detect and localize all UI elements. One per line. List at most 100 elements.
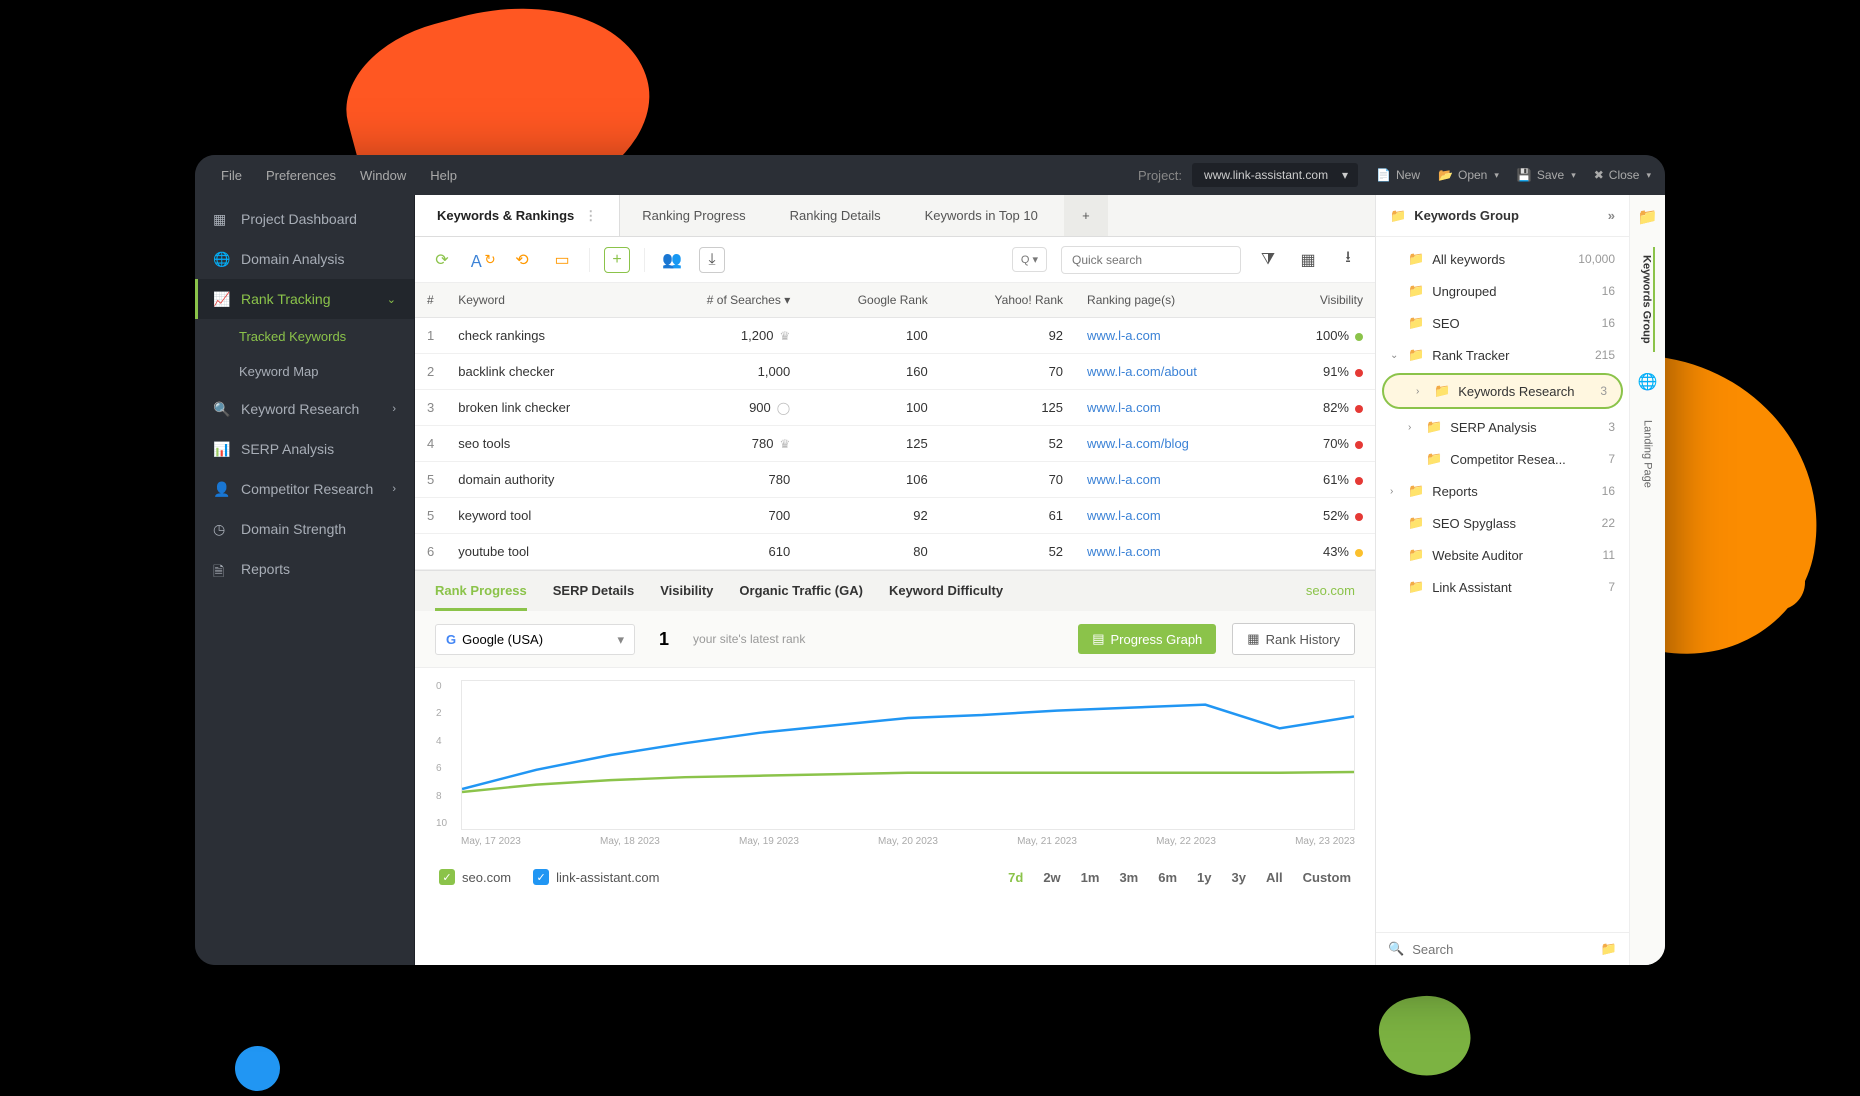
col-pages[interactable]: Ranking page(s) <box>1075 283 1271 318</box>
open-button[interactable]: 📂Open▾ <box>1438 168 1499 182</box>
wallet-icon[interactable]: ▭ <box>549 247 575 273</box>
page-link[interactable]: www.l-a.com <box>1087 544 1161 559</box>
table-row[interactable]: 1check rankings1,200♛10092www.l-a.com100… <box>415 318 1375 354</box>
status-dot <box>1355 369 1363 377</box>
folder-icon: 📁 <box>1408 315 1424 331</box>
page-link[interactable]: www.l-a.com <box>1087 328 1161 343</box>
page-link[interactable]: www.l-a.com <box>1087 400 1161 415</box>
page-link[interactable]: www.l-a.com <box>1087 472 1161 487</box>
menu-file[interactable]: File <box>209 168 254 183</box>
range-6m[interactable]: 6m <box>1158 870 1177 885</box>
refresh3-icon[interactable]: ⟲ <box>509 247 535 273</box>
vtab-keywords-group[interactable]: Keywords Group <box>1641 247 1655 352</box>
nav-keyword-research[interactable]: 🔍 Keyword Research › <box>195 389 414 429</box>
save-button[interactable]: 💾Save▾ <box>1517 168 1576 182</box>
menu-preferences[interactable]: Preferences <box>254 168 348 183</box>
rp-item[interactable]: ›📁Reports16 <box>1376 475 1629 507</box>
tab-keywords-top10[interactable]: Keywords in Top 10 <box>903 195 1060 236</box>
page-link[interactable]: www.l-a.com/blog <box>1087 436 1189 451</box>
engine-select[interactable]: GGoogle (USA) <box>435 624 635 655</box>
rp-item[interactable]: 📁Competitor Resea...7 <box>1376 443 1629 475</box>
rp-search-input[interactable] <box>1412 942 1593 957</box>
nav-reports[interactable]: 🗎 Reports <box>195 549 414 589</box>
rank-history-button[interactable]: ▦Rank History <box>1232 623 1355 655</box>
nav-domain-strength[interactable]: ◷ Domain Strength <box>195 509 414 549</box>
nav-rank-tracking[interactable]: 📈 Rank Tracking ⌄ <box>195 279 414 319</box>
detail-site-link[interactable]: seo.com <box>1306 583 1355 611</box>
rp-item[interactable]: 📁Ungrouped16 <box>1376 275 1629 307</box>
tab-keywords-rankings[interactable]: Keywords & Rankings⋮ <box>415 195 620 236</box>
table-row[interactable]: 3broken link checker900◯100125www.l-a.co… <box>415 390 1375 426</box>
rp-item[interactable]: ›📁Keywords Research3 <box>1382 373 1623 409</box>
add-folder-icon[interactable]: 📁 <box>1601 941 1617 957</box>
col-searches[interactable]: # of Searches ▾ <box>645 283 802 318</box>
refresh2-icon[interactable]: Ａ↻ <box>469 247 495 273</box>
table-row[interactable]: 6youtube tool6108052www.l-a.com43% <box>415 534 1375 570</box>
table-row[interactable]: 5domain authority78010670www.l-a.com61% <box>415 462 1375 498</box>
nav-tracked-keywords[interactable]: Tracked Keywords <box>195 319 414 354</box>
col-yahoo[interactable]: Yahoo! Rank <box>940 283 1075 318</box>
col-visibility[interactable]: Visibility <box>1271 283 1375 318</box>
tab-ranking-details[interactable]: Ranking Details <box>768 195 903 236</box>
page-link[interactable]: www.l-a.com <box>1087 508 1161 523</box>
tab-add[interactable]: + <box>1064 195 1108 236</box>
add-icon[interactable]: + <box>604 247 630 273</box>
new-button[interactable]: 📄New <box>1376 168 1420 182</box>
project-select[interactable]: www.link-assistant.com <box>1192 163 1358 187</box>
range-3y[interactable]: 3y <box>1232 870 1246 885</box>
rp-item-label: Link Assistant <box>1432 580 1512 595</box>
col-keyword[interactable]: Keyword <box>446 283 645 318</box>
grid-icon[interactable]: ▦ <box>1295 247 1321 273</box>
rp-item[interactable]: 📁Link Assistant7 <box>1376 571 1629 603</box>
page-link[interactable]: www.l-a.com/about <box>1087 364 1197 379</box>
vtab-landing-page[interactable]: Landing Page <box>1642 412 1654 496</box>
range-custom[interactable]: Custom <box>1303 870 1351 885</box>
nav-project-dashboard[interactable]: ▦ Project Dashboard <box>195 199 414 239</box>
progress-graph-button[interactable]: ▤Progress Graph <box>1078 624 1216 654</box>
tab-ranking-progress[interactable]: Ranking Progress <box>620 195 767 236</box>
quick-search-input[interactable] <box>1061 246 1241 274</box>
rp-item[interactable]: ⌄📁Rank Tracker215 <box>1376 339 1629 371</box>
cell-idx: 5 <box>415 498 446 534</box>
rp-item[interactable]: 📁SEO16 <box>1376 307 1629 339</box>
filter-icon[interactable]: ⧩ <box>1255 247 1281 273</box>
table-row[interactable]: 2backlink checker1,00016070www.l-a.com/a… <box>415 354 1375 390</box>
menu-help[interactable]: Help <box>418 168 469 183</box>
nav-serp-analysis[interactable]: 📊 SERP Analysis <box>195 429 414 469</box>
nav-keyword-map[interactable]: Keyword Map <box>195 354 414 389</box>
close-button[interactable]: ✖Close▾ <box>1594 168 1651 182</box>
main-content: Keywords & Rankings⋮ Ranking Progress Ra… <box>415 195 1375 965</box>
menu-window[interactable]: Window <box>348 168 418 183</box>
rp-item[interactable]: 📁Website Auditor11 <box>1376 539 1629 571</box>
nav-domain-analysis[interactable]: 🌐 Domain Analysis <box>195 239 414 279</box>
range-7d[interactable]: 7d <box>1008 870 1023 885</box>
range-all[interactable]: All <box>1266 870 1283 885</box>
range-1m[interactable]: 1m <box>1081 870 1100 885</box>
rp-item[interactable]: 📁SEO Spyglass22 <box>1376 507 1629 539</box>
legend-link-assistant[interactable]: ✓ link-assistant.com <box>533 869 659 885</box>
refresh-icon[interactable]: ⟳ <box>429 247 455 273</box>
people-icon[interactable]: 👥 <box>659 247 685 273</box>
collapse-icon[interactable]: » <box>1608 208 1615 223</box>
x-tick: May, 21 2023 <box>1017 836 1077 847</box>
rp-item[interactable]: ›📁SERP Analysis3 <box>1376 411 1629 443</box>
range-1y[interactable]: 1y <box>1197 870 1211 885</box>
export-icon[interactable]: ⤓ <box>699 247 725 273</box>
range-3m[interactable]: 3m <box>1119 870 1138 885</box>
range-2w[interactable]: 2w <box>1043 870 1060 885</box>
dtab-keyword-difficulty[interactable]: Keyword Difficulty <box>889 583 1003 611</box>
dtab-rank-progress[interactable]: Rank Progress <box>435 583 527 611</box>
rp-item[interactable]: 📁All keywords10,000 <box>1376 243 1629 275</box>
dtab-organic-traffic[interactable]: Organic Traffic (GA) <box>739 583 863 611</box>
col-idx[interactable]: # <box>415 283 446 318</box>
download-icon[interactable]: ⭳ <box>1335 247 1361 273</box>
col-google[interactable]: Google Rank <box>802 283 940 318</box>
table-row[interactable]: 4seo tools780♛12552www.l-a.com/blog70% <box>415 426 1375 462</box>
q-dropdown[interactable]: Q ▾ <box>1012 247 1047 272</box>
nav-competitor-research[interactable]: 👤 Competitor Research › <box>195 469 414 509</box>
table-row[interactable]: 5keyword tool7009261www.l-a.com52% <box>415 498 1375 534</box>
legend-seo[interactable]: ✓ seo.com <box>439 869 511 885</box>
dtab-visibility[interactable]: Visibility <box>660 583 713 611</box>
dtab-serp-details[interactable]: SERP Details <box>553 583 634 611</box>
status-dot <box>1355 333 1363 341</box>
